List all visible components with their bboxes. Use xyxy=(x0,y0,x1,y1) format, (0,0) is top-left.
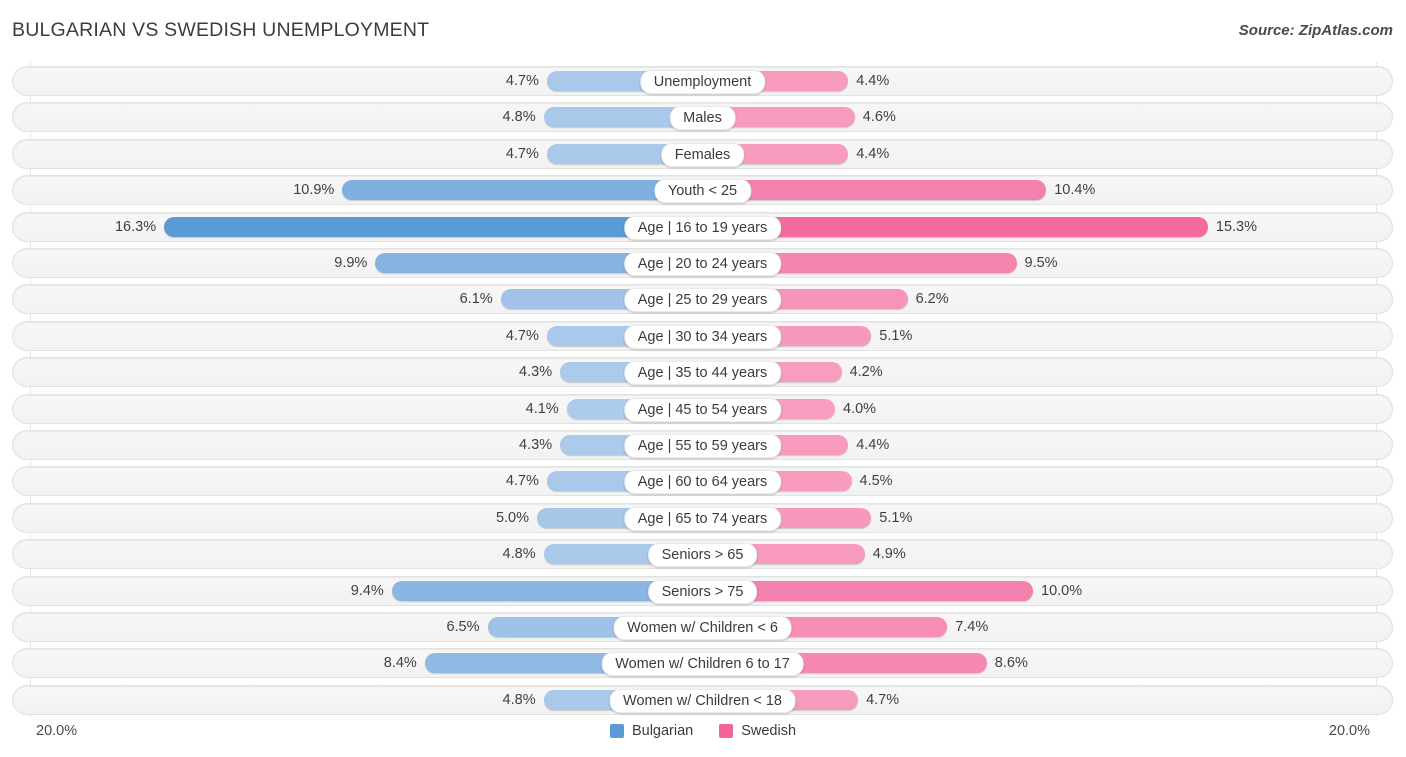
value-label-bulgarian: 4.3% xyxy=(519,437,553,453)
value-label-bulgarian: 6.1% xyxy=(459,291,493,308)
chart-row: 4.8% 4.6% Males xyxy=(12,102,1393,133)
value-label-swedish: 8.6% xyxy=(994,655,1028,672)
category-label[interactable]: Age | 20 to 24 years xyxy=(623,252,782,276)
chart-row: 8.4% 8.6% Women w/ Children 6 to 17 xyxy=(12,648,1393,679)
category-label[interactable]: Age | 45 to 54 years xyxy=(623,397,782,422)
legend-swatch-icon xyxy=(609,724,624,738)
value-label-bulgarian: 9.4% xyxy=(350,582,384,599)
value-label-swedish: 4.4% xyxy=(856,145,890,162)
category-label[interactable]: Unemployment xyxy=(639,70,766,94)
chart-row: 16.3% 15.3% Age | 16 to 19 years xyxy=(12,211,1393,242)
value-label-swedish: 4.0% xyxy=(843,400,877,417)
chart-row: 10.9% 10.4% Youth < 25 xyxy=(12,175,1393,206)
value-label-swedish: 4.5% xyxy=(859,473,893,490)
value-label-bulgarian: 4.7% xyxy=(505,327,539,344)
chart-row: 4.7% 4.5% Age | 60 to 64 years xyxy=(12,466,1393,497)
value-label-bulgarian: 4.7% xyxy=(505,73,539,89)
value-label-swedish: 5.1% xyxy=(879,509,913,526)
category-label[interactable]: Females xyxy=(660,142,745,167)
chart-row: 4.8% 4.9% Seniors > 65 xyxy=(12,539,1393,570)
value-label-swedish: 10.4% xyxy=(1054,182,1096,199)
value-label-bulgarian: 5.0% xyxy=(495,509,529,526)
value-label-bulgarian: 4.7% xyxy=(505,473,539,490)
diverging-bar-chart: 4.7% 4.4% Unemployment 4.8% 4.6% Males 4.7% 4.4… xyxy=(0,62,1406,717)
category-label[interactable]: Age | 65 to 74 years xyxy=(623,506,782,531)
value-label-bulgarian: 4.1% xyxy=(525,400,559,417)
bar-bulgarian[interactable] xyxy=(342,180,702,201)
value-label-bulgarian: 4.3% xyxy=(519,364,553,381)
value-label-bulgarian: 4.8% xyxy=(502,109,536,126)
chart-row: 9.9% 9.5% Age | 20 to 24 years xyxy=(12,248,1393,278)
value-label-swedish: 4.2% xyxy=(849,364,883,381)
legend-label: Swedish xyxy=(741,723,797,739)
value-label-bulgarian: 6.5% xyxy=(446,619,480,635)
category-label[interactable]: Age | 25 to 29 years xyxy=(623,288,782,313)
bar-bulgarian[interactable] xyxy=(164,216,702,237)
chart-row: 6.5% 7.4% Women w/ Children < 6 xyxy=(12,612,1393,642)
chart-row: 4.1% 4.0% Age | 45 to 54 years xyxy=(12,393,1393,424)
chart-row: 4.7% 4.4% Unemployment xyxy=(12,66,1393,96)
legend-item[interactable]: Swedish xyxy=(719,723,796,739)
value-label-bulgarian: 4.7% xyxy=(505,145,539,162)
legend-label: Bulgarian xyxy=(631,723,694,739)
category-label[interactable]: Seniors > 65 xyxy=(647,543,758,568)
chart-row: 5.0% 5.1% Age | 65 to 74 years xyxy=(12,502,1393,533)
value-label-swedish: 10.0% xyxy=(1041,582,1083,599)
chart-row: 9.4% 10.0% Seniors > 75 xyxy=(12,575,1393,606)
category-label[interactable]: Males xyxy=(669,106,736,131)
chart-footer: 20.0% 20.0% Bulgarian Swedish xyxy=(0,717,1406,757)
category-label[interactable]: Youth < 25 xyxy=(653,179,752,204)
value-label-swedish: 4.4% xyxy=(856,73,890,89)
value-label-bulgarian: 4.8% xyxy=(502,546,536,563)
chart-header: BULGARIAN VS SWEDISH UNEMPLOYMENT Source… xyxy=(0,0,1406,60)
value-label-swedish: 4.4% xyxy=(856,437,890,453)
category-label[interactable]: Age | 35 to 44 years xyxy=(623,361,782,386)
value-label-swedish: 6.2% xyxy=(915,291,949,308)
value-label-swedish: 7.4% xyxy=(955,619,989,635)
value-label-swedish: 4.9% xyxy=(872,546,906,563)
value-label-bulgarian: 16.3% xyxy=(114,218,157,235)
category-label[interactable]: Women w/ Children < 6 xyxy=(613,616,792,640)
value-label-bulgarian: 10.9% xyxy=(293,182,335,199)
chart-row: 4.7% 4.4% Females xyxy=(12,138,1393,169)
value-label-bulgarian: 4.8% xyxy=(502,691,536,708)
category-label[interactable]: Age | 16 to 19 years xyxy=(623,215,782,240)
chart-row: 6.1% 6.2% Age | 25 to 29 years xyxy=(12,284,1393,315)
category-label[interactable]: Age | 55 to 59 years xyxy=(623,434,782,458)
chart-row: 4.7% 5.1% Age | 30 to 34 years xyxy=(12,320,1393,351)
legend-item[interactable]: Bulgarian xyxy=(609,723,694,739)
page-title: BULGARIAN VS SWEDISH UNEMPLOYMENT xyxy=(12,19,430,41)
category-label[interactable]: Age | 60 to 64 years xyxy=(623,470,782,495)
value-label-swedish: 15.3% xyxy=(1215,218,1258,235)
value-label-swedish: 4.7% xyxy=(866,691,900,708)
legend-swatch-icon xyxy=(719,724,734,738)
value-label-swedish: 9.5% xyxy=(1024,255,1058,271)
chart-row: 4.3% 4.2% Age | 35 to 44 years xyxy=(12,357,1393,388)
value-label-swedish: 4.6% xyxy=(862,109,896,126)
bar-swedish[interactable] xyxy=(703,180,1047,201)
category-label[interactable]: Women w/ Children < 18 xyxy=(609,688,796,713)
category-label[interactable]: Women w/ Children 6 to 17 xyxy=(601,652,804,677)
value-label-bulgarian: 8.4% xyxy=(383,655,417,672)
chart-legend: Bulgarian Swedish xyxy=(0,723,1406,739)
category-label[interactable]: Seniors > 75 xyxy=(647,579,758,604)
chart-row: 4.8% 4.7% Women w/ Children < 18 xyxy=(12,684,1393,715)
category-label[interactable]: Age | 30 to 34 years xyxy=(623,324,782,349)
value-label-bulgarian: 9.9% xyxy=(334,255,368,271)
chart-row: 4.3% 4.4% Age | 55 to 59 years xyxy=(12,430,1393,460)
value-label-swedish: 5.1% xyxy=(879,327,913,344)
source-attribution: Source: ZipAtlas.com xyxy=(1238,22,1393,39)
